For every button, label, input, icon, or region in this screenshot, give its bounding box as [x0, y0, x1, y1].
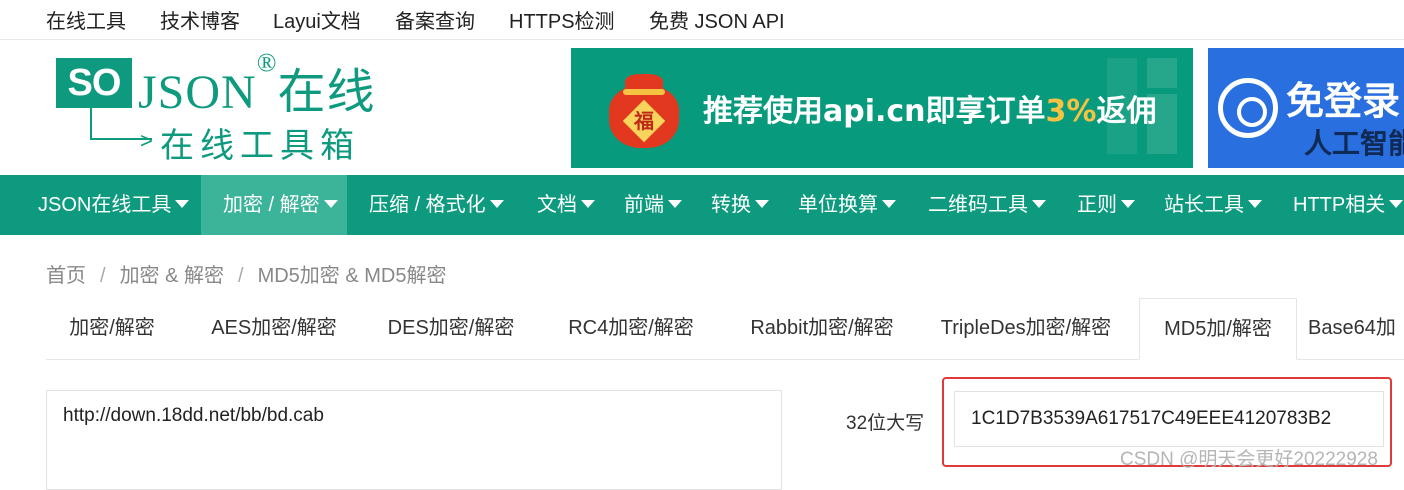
nav-item-unit-convert[interactable]: 单位换算 — [798, 175, 896, 235]
tab-rabbit[interactable]: Rabbit加密/解密 — [732, 298, 912, 359]
nav-item-webmaster-tools[interactable]: 站长工具 — [1164, 175, 1262, 235]
ai-banner-title: 免登录 — [1286, 79, 1401, 123]
nav-item-compress-format[interactable]: 压缩 / 格式化 — [369, 175, 504, 235]
breadcrumb-home[interactable]: 首页 — [46, 265, 86, 287]
tab-encrypt-decrypt[interactable]: 加密/解密 — [46, 298, 178, 359]
ai-banner-subtitle: 人工智能 — [1304, 127, 1404, 160]
tool-tabs: 加密/解密 AES加密/解密 DES加密/解密 RC4加密/解密 Rabbit加… — [46, 298, 1404, 360]
csdn-watermark: CSDN @明天会更好20222928 — [1120, 449, 1378, 470]
tab-rc4[interactable]: RC4加密/解密 — [551, 298, 711, 359]
top-link-tech-blog[interactable]: 技术博客 — [160, 5, 240, 34]
nav-item-frontend[interactable]: 前端 — [624, 175, 682, 235]
top-link-layui-docs[interactable]: Layui文档 — [273, 5, 361, 34]
nav-item-encrypt-decrypt[interactable]: 加密 / 解密 — [201, 175, 347, 235]
breadcrumb-category[interactable]: 加密 & 解密 — [120, 265, 224, 287]
lucky-bag-icon: 福 — [609, 74, 679, 148]
caret-down-icon — [489, 199, 504, 208]
nav-item-docs[interactable]: 文档 — [537, 175, 595, 235]
banner-decoration — [1147, 58, 1177, 88]
breadcrumb-current: MD5加密 & MD5解密 — [257, 265, 447, 287]
caret-down-icon — [1121, 199, 1135, 208]
logo-mark: SO — [56, 58, 132, 108]
promo-text: 推荐使用api.cn即享订单3%返佣 — [703, 94, 1157, 129]
top-links-bar: 在线工具 技术博客 Layui文档 备案查询 HTTPS检测 免费 JSON A… — [0, 0, 1404, 40]
nav-item-regex[interactable]: 正则 — [1077, 175, 1135, 235]
promo-banner[interactable]: 福 推荐使用api.cn即享订单3%返佣 — [571, 48, 1193, 168]
result-label-32-upper: 32位大写 — [846, 413, 925, 434]
breadcrumb-separator: / — [238, 265, 244, 287]
tab-md5[interactable]: MD5加/解密 — [1139, 298, 1297, 360]
top-link-free-json-api[interactable]: 免费 JSON API — [649, 5, 785, 34]
ai-logo-icon — [1218, 78, 1278, 138]
caret-down-icon — [1248, 199, 1262, 208]
caret-down-icon — [1389, 199, 1404, 208]
logo-subtitle: 在线工具箱 — [160, 126, 360, 166]
caret-down-icon — [755, 199, 769, 208]
caret-down-icon — [323, 199, 338, 208]
main-nav: JSON在线工具 加密 / 解密 压缩 / 格式化 文档 前端 转换 单位换算 … — [0, 175, 1404, 235]
tab-des[interactable]: DES加密/解密 — [373, 298, 529, 359]
top-link-https-check[interactable]: HTTPS检测 — [509, 5, 615, 34]
site-logo[interactable]: SO JSON®在线 > 在线工具箱 — [56, 48, 374, 166]
tab-tripledes[interactable]: TripleDes加密/解密 — [926, 298, 1126, 359]
breadcrumb-separator: / — [100, 265, 106, 287]
md5-32-upper-output[interactable]: 1C1D7B3539A617517C49EEE4120783B2 — [954, 391, 1384, 447]
tab-aes[interactable]: AES加密/解密 — [196, 298, 352, 359]
nav-item-convert[interactable]: 转换 — [711, 175, 769, 235]
caret-down-icon — [668, 199, 682, 208]
nav-item-qrcode-tools[interactable]: 二维码工具 — [928, 175, 1046, 235]
tab-base64[interactable]: Base64加 — [1308, 298, 1404, 359]
logo-arrowhead-icon: > — [140, 128, 153, 153]
top-link-online-tools[interactable]: 在线工具 — [46, 5, 126, 34]
caret-down-icon — [175, 199, 190, 208]
caret-down-icon — [882, 199, 896, 208]
logo-name: JSON®在线 — [138, 48, 376, 119]
caret-down-icon — [581, 199, 595, 208]
nav-item-http[interactable]: HTTP相关 — [1293, 175, 1404, 235]
source-text-input[interactable]: http://down.18dd.net/bb/bd.cab — [46, 390, 782, 490]
top-link-icp-lookup[interactable]: 备案查询 — [395, 5, 475, 34]
caret-down-icon — [1032, 199, 1046, 208]
breadcrumb: 首页 / 加密 & 解密 / MD5加密 & MD5解密 — [46, 259, 446, 288]
ai-banner[interactable]: 免登录 人工智能 — [1208, 48, 1404, 168]
nav-item-json-tools[interactable]: JSON在线工具 — [38, 175, 190, 235]
